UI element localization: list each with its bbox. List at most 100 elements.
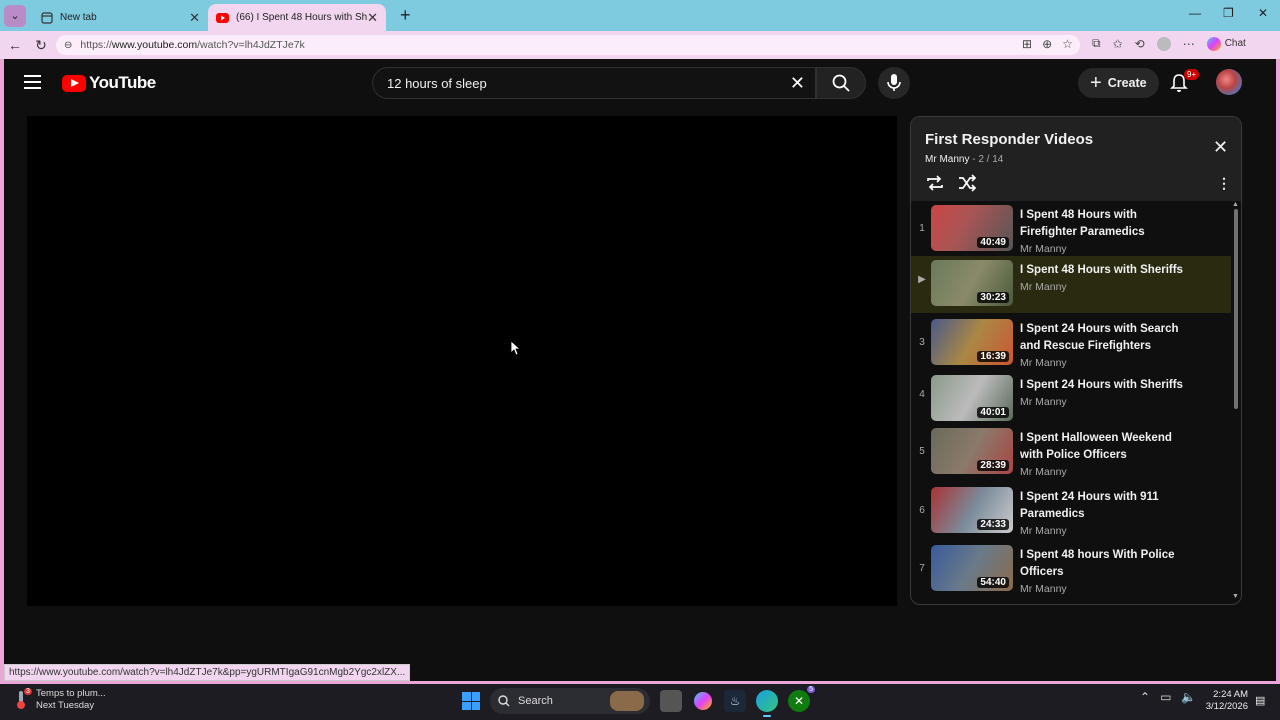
account-avatar[interactable] xyxy=(1216,69,1242,95)
taskbar-apps: Search ♨ ✕ 5 xyxy=(462,686,815,717)
copilot-app-icon[interactable] xyxy=(692,690,714,712)
playlist-item[interactable]: 6 24:33 I Spent 24 Hours with 911 Paramedi… xyxy=(911,483,1231,540)
weather-text: Temps to plum... Next Tuesday xyxy=(36,688,106,712)
youtube-play-logo-icon xyxy=(62,74,86,92)
video-title[interactable]: I Spent 24 Hours with 911 Paramedics xyxy=(1020,489,1190,522)
url-prefix: https:// xyxy=(80,39,112,51)
edge-browser-icon[interactable] xyxy=(756,690,778,717)
video-title[interactable]: I Spent Halloween Weekend with Police Of… xyxy=(1020,430,1190,463)
video-player[interactable] xyxy=(27,116,897,606)
close-window-icon[interactable]: ✕ xyxy=(1258,6,1268,20)
scroll-up-icon[interactable]: ▲ xyxy=(1232,201,1239,208)
video-thumbnail[interactable]: 40:01 xyxy=(931,375,1013,421)
video-title[interactable]: I Spent 48 Hours with Sheriffs xyxy=(1020,262,1190,279)
playlist-scrollbar[interactable] xyxy=(1234,209,1238,409)
video-channel[interactable]: Mr Manny xyxy=(1020,396,1067,408)
playlist-item[interactable]: 4 40:01 I Spent 24 Hours with Sheriffs Mr M… xyxy=(911,371,1231,428)
tab-actions-menu-button[interactable]: ⌄ xyxy=(4,4,26,27)
profile-avatar[interactable] xyxy=(1156,36,1171,51)
windows-start-icon[interactable] xyxy=(462,692,480,710)
taskbar-search[interactable]: Search xyxy=(490,688,650,714)
favorites-icon[interactable]: ✩ xyxy=(1113,37,1123,51)
speaker-icon[interactable]: 🔈 xyxy=(1181,690,1196,704)
close-playlist-icon[interactable]: ✕ xyxy=(1213,137,1228,158)
playlist-item[interactable]: 1 40:49 I Spent 48 Hours with Firefighter … xyxy=(911,201,1231,258)
scroll-down-icon[interactable]: ▼ xyxy=(1232,593,1239,600)
playlist-item[interactable]: 3 16:39 I Spent 24 Hours with Search and R… xyxy=(911,315,1231,372)
video-channel[interactable]: Mr Manny xyxy=(1020,466,1067,478)
video-channel[interactable]: Mr Manny xyxy=(1020,583,1067,595)
video-duration: 24:33 xyxy=(977,519,1009,530)
minimize-icon[interactable]: — xyxy=(1189,6,1201,20)
video-duration: 28:39 xyxy=(977,460,1009,471)
tab-close-icon[interactable]: ✕ xyxy=(189,10,200,26)
more-options-icon[interactable]: ⋯ xyxy=(1183,37,1195,51)
back-arrow-icon[interactable]: ← xyxy=(2,37,28,53)
system-tray: ⌃ ▭ 🔈 xyxy=(1140,690,1196,704)
video-channel[interactable]: Mr Manny xyxy=(1020,357,1067,369)
video-thumbnail[interactable]: 30:23 xyxy=(931,260,1013,306)
address-toolbar: ← ↻ ⊖ https://www.youtube.com/watch?v=lh… xyxy=(0,31,1280,59)
video-title[interactable]: I Spent 48 hours With Police Officers xyxy=(1020,547,1190,580)
system-clock[interactable]: 2:24 AM 3/12/2026 xyxy=(1200,689,1248,713)
video-channel[interactable]: Mr Manny xyxy=(1020,243,1067,255)
extensions-icon[interactable]: ⧉ xyxy=(1092,36,1101,51)
search-input[interactable]: 12 hours of sleep ✕ xyxy=(372,67,816,99)
voice-search-button[interactable] xyxy=(878,67,910,99)
tab-new-tab[interactable]: New tab ✕ xyxy=(32,4,208,31)
window-frame-right xyxy=(1276,59,1280,684)
playlist-item[interactable]: 5 28:39 I Spent Halloween Weekend with Pol… xyxy=(911,424,1231,481)
video-thumbnail[interactable]: 24:33 xyxy=(931,487,1013,533)
video-thumbnail[interactable]: 28:39 xyxy=(931,428,1013,474)
address-bar-actions: ⊞ ⊕ ☆ xyxy=(1022,37,1073,51)
refresh-icon[interactable]: ↻ xyxy=(28,37,54,54)
video-channel[interactable]: Mr Manny xyxy=(1020,525,1067,537)
shuffle-icon[interactable] xyxy=(957,174,977,192)
video-title[interactable]: I Spent 48 Hours with Firefighter Parame… xyxy=(1020,207,1190,240)
history-icon[interactable]: ⟲ xyxy=(1135,37,1145,51)
xbox-icon[interactable]: ✕ 5 xyxy=(788,686,815,712)
copilot-label: Chat xyxy=(1224,38,1246,49)
tab-youtube-video[interactable]: (66) I Spent 48 Hours with Sheriffs ✕ xyxy=(208,4,386,31)
notification-center-icon[interactable]: ▤ xyxy=(1255,694,1265,707)
playlist-owner[interactable]: Mr Manny xyxy=(925,154,969,165)
search-button[interactable] xyxy=(816,67,866,99)
tab-close-icon[interactable]: ✕ xyxy=(367,10,378,26)
more-vertical-icon[interactable]: ⋮ xyxy=(1217,175,1231,192)
tab-title: New tab xyxy=(60,12,97,23)
xbox-badge: 5 xyxy=(807,686,815,693)
address-bar[interactable]: ⊖ https://www.youtube.com/watch?v=lh4JdZ… xyxy=(56,35,1080,55)
chevron-up-icon[interactable]: ⌃ xyxy=(1140,690,1150,704)
playlist-header: First Responder Videos Mr Manny - 2 / 14… xyxy=(911,117,1241,201)
steam-icon[interactable]: ♨ xyxy=(724,690,746,712)
file-explorer-icon[interactable] xyxy=(660,690,682,712)
video-title[interactable]: I Spent 24 Hours with Search and Rescue … xyxy=(1020,321,1190,354)
favorite-star-icon[interactable]: ☆ xyxy=(1062,37,1073,51)
clear-search-icon[interactable]: ✕ xyxy=(790,73,805,94)
playlist-items: 1 40:49 I Spent 48 Hours with Firefighter … xyxy=(911,201,1231,604)
windows-taskbar: 3 Temps to plum... Next Tuesday Search ♨… xyxy=(0,684,1280,720)
new-tab-button[interactable]: + xyxy=(400,5,411,26)
restore-icon[interactable]: ❐ xyxy=(1223,6,1234,20)
playlist-item-index: 4 xyxy=(919,389,925,400)
weather-widget[interactable]: 3 Temps to plum... Next Tuesday xyxy=(14,688,106,712)
playlist-item[interactable]: 7 54:40 I Spent 48 hours With Police Offic… xyxy=(911,541,1231,598)
video-thumbnail[interactable]: 40:49 xyxy=(931,205,1013,251)
notification-count-badge: 9+ xyxy=(1184,69,1200,80)
video-thumbnail[interactable]: 54:40 xyxy=(931,545,1013,591)
video-title[interactable]: I Spent 24 Hours with Sheriffs xyxy=(1020,377,1190,394)
youtube-logo[interactable]: YouTube xyxy=(62,73,156,93)
site-info-icon[interactable]: ⊖ xyxy=(64,40,72,51)
playlist-title[interactable]: First Responder Videos xyxy=(925,131,1093,148)
hamburger-menu-icon[interactable] xyxy=(24,75,41,93)
app-available-icon[interactable]: ⊞ xyxy=(1022,37,1032,51)
video-channel[interactable]: Mr Manny xyxy=(1020,281,1067,293)
create-button[interactable]: + Create xyxy=(1078,68,1159,98)
chevron-down-icon: ⌄ xyxy=(10,10,20,22)
loop-playlist-icon[interactable] xyxy=(925,174,945,192)
copilot-chat-button[interactable]: Chat xyxy=(1206,36,1246,51)
playlist-item[interactable]: ▶ 30:23 I Spent 48 Hours with Sheriffs Mr M… xyxy=(911,256,1231,313)
display-icon[interactable]: ▭ xyxy=(1160,690,1171,704)
zoom-icon[interactable]: ⊕ xyxy=(1042,37,1052,51)
video-thumbnail[interactable]: 16:39 xyxy=(931,319,1013,365)
